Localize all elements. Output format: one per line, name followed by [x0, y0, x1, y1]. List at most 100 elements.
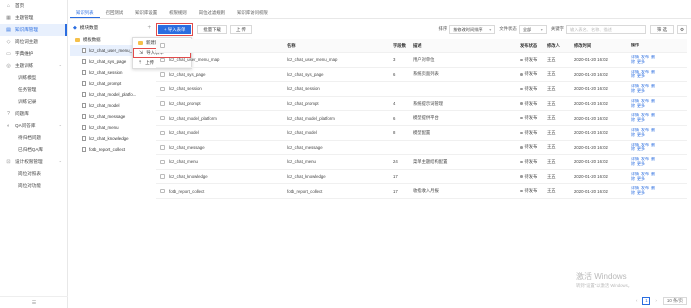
- table-row[interactable]: lcz_chat_model lcz_chat_model 8 模型配置 待发布 王五 20…: [156, 126, 687, 141]
- table-row[interactable]: lcz_chat_user_menu_map lcz_chat_user_menu…: [156, 53, 687, 68]
- sidebar-item[interactable]: ⊡ 设计权限管理 ⌃: [0, 156, 67, 168]
- sidebar-item-label: 岗位词主题: [15, 39, 38, 44]
- sidebar-item[interactable]: 训练记录: [0, 96, 67, 108]
- row-checkbox[interactable]: [156, 145, 166, 150]
- sidebar-item-label: 岗位对功能: [18, 183, 41, 188]
- tab[interactable]: 知识库设置: [129, 8, 163, 18]
- cell-count: 8: [393, 130, 396, 136]
- tree-node[interactable]: lcz_chat_knowledge: [70, 133, 153, 144]
- row-op-link[interactable]: 更多: [637, 103, 645, 108]
- select-all-checkbox[interactable]: [156, 43, 166, 48]
- cell-status: 待发布: [517, 71, 544, 77]
- row-checkbox[interactable]: [156, 86, 166, 92]
- filter-button[interactable]: 筛 选: [650, 24, 674, 34]
- tree-node[interactable]: lcz_chat_model: [70, 100, 153, 111]
- table-row[interactable]: lcz_chat_session lcz_chat_session 待发布 王五 202…: [156, 82, 687, 97]
- tree-root-label: 模块数量: [79, 25, 99, 30]
- sort-select[interactable]: 按修改时间排序 ▾: [449, 24, 496, 34]
- row-checkbox[interactable]: [156, 115, 166, 121]
- sidebar-item[interactable]: 岗位对照表: [0, 168, 67, 180]
- tab[interactable]: 岗位过滤规则: [193, 8, 231, 18]
- status-select[interactable]: 全部 ▾: [518, 24, 547, 34]
- sidebar-item-label: 已归档QA库: [18, 147, 44, 152]
- add-node-button[interactable]: +: [147, 25, 151, 31]
- table-row[interactable]: lcz_chat_prompt lcz_chat_prompt 4 系统提示词管理 待发…: [156, 97, 687, 112]
- sidebar-item[interactable]: 训练模型: [0, 72, 67, 84]
- import-icon: ⇲: [139, 50, 144, 56]
- table-row[interactable]: lcz_chat_menu lcz_chat_menu 24 菜单主题结构配置 待发布 王…: [156, 155, 687, 170]
- watermark-line1: 激活 Windows: [576, 272, 627, 281]
- sidebar-item[interactable]: ▭ 字典维护: [0, 48, 67, 60]
- cell-status: 待发布: [517, 130, 544, 136]
- row-checkbox[interactable]: [156, 57, 166, 63]
- sidebar-item[interactable]: 已归档QA库: [0, 144, 67, 156]
- sidebar-item[interactable]: 任务管理: [0, 84, 67, 96]
- cell-user: 王五: [547, 56, 556, 62]
- row-op-link[interactable]: 更多: [637, 88, 645, 93]
- status-label: 待发布: [524, 100, 538, 106]
- tree-node-label: lcz_chat_prompt: [89, 81, 122, 86]
- cell-ops: 详情 发布 删除 更多: [628, 143, 658, 153]
- row-checkbox[interactable]: [156, 188, 166, 194]
- next-page-button[interactable]: ›: [655, 298, 656, 303]
- row-op-link[interactable]: 更多: [637, 176, 645, 181]
- row-op-link[interactable]: 更多: [637, 146, 645, 151]
- page-number[interactable]: 1: [642, 296, 651, 305]
- row-op-link[interactable]: 更多: [637, 190, 645, 195]
- row-op-link[interactable]: 更多: [637, 132, 645, 137]
- tree-root[interactable]: ◆ 模块数量 +: [70, 22, 153, 34]
- sidebar-collapse-button[interactable]: ☰: [0, 296, 68, 308]
- tree-node[interactable]: lcz_chat_menu: [70, 122, 153, 133]
- tree-node[interactable]: lcz_chat_prompt: [70, 78, 153, 89]
- tree-node[interactable]: lcz_chat_message: [70, 111, 153, 122]
- keyword-input[interactable]: 输入表名、名称、描述: [566, 24, 646, 34]
- sidebar-item[interactable]: ⌂ 首页: [0, 0, 67, 12]
- cell-ops: 详情 发布 删除 更多: [628, 172, 658, 182]
- filter-settings-button[interactable]: ⚙: [677, 24, 687, 34]
- sidebar-item[interactable]: 待归档问题: [0, 132, 67, 144]
- row-op-link[interactable]: 更多: [637, 59, 645, 64]
- filter-icon: ⚙: [680, 26, 684, 32]
- tree-node[interactable]: fotb_report_collect: [70, 144, 153, 155]
- row-checkbox[interactable]: [156, 72, 166, 77]
- row-checkbox[interactable]: [156, 159, 166, 165]
- cell-status: 待发布: [517, 57, 544, 63]
- sidebar-item[interactable]: ▦ 主题管理: [0, 12, 67, 24]
- batch-download-button[interactable]: 批量下载: [197, 24, 227, 34]
- train-icon: ◎: [6, 62, 11, 69]
- row-op-link[interactable]: 更多: [637, 161, 645, 166]
- cell-desc: 收指收入月报: [413, 188, 439, 194]
- sidebar-item[interactable]: ▤ 知识库管理: [0, 24, 67, 36]
- tree-node[interactable]: lcz_chat_model_platfo...: [70, 89, 153, 100]
- table-row[interactable]: lcz_chat_knowledge lcz_chat_knowledge 17 待发…: [156, 170, 687, 185]
- tab[interactable]: 召回测试: [100, 8, 130, 18]
- import-form-button[interactable]: + 导入表单: [158, 24, 192, 34]
- sidebar-item[interactable]: ◇ 岗位词主题: [0, 36, 67, 48]
- sidebar-item[interactable]: 岗位对功能: [0, 180, 67, 192]
- table-row[interactable]: lcz_chat_sys_page lcz_chat_sys_page 6 系统页面列…: [156, 68, 687, 83]
- row-op-link[interactable]: 更多: [637, 73, 645, 78]
- tab[interactable]: 知识列表: [70, 8, 100, 18]
- table-row[interactable]: lcz_chat_message lcz_chat_message 待发布 王五 202…: [156, 141, 687, 156]
- cell-code: lcz_chat_sys_page: [169, 71, 206, 77]
- sidebar-item[interactable]: ◐ QA问答库 ⌃: [0, 120, 67, 132]
- cell-name: lcz_chat_model_platform: [287, 115, 335, 121]
- table-row[interactable]: fotb_report_collect fotb_report_collect 17…: [156, 184, 687, 199]
- status-dot: [520, 131, 523, 135]
- sidebar: ⌂ 首页 ▦ 主题管理 ▤ 知识库管理 ◇ 岗位词主题 ▭ 字典维护 ◎ 主题训练 ⌃ 训练模型 任务管理训…: [0, 0, 68, 308]
- sidebar-item[interactable]: ? 问题库: [0, 108, 67, 120]
- tab[interactable]: 权限规则: [163, 8, 193, 18]
- row-checkbox[interactable]: [156, 101, 166, 106]
- status-dot: [520, 146, 523, 149]
- row-checkbox[interactable]: [156, 174, 166, 179]
- cell-code: lcz_chat_model_platform: [169, 115, 217, 121]
- table-row[interactable]: lcz_chat_model_platform lcz_chat_model_pl…: [156, 111, 687, 126]
- prev-page-button[interactable]: ‹: [636, 298, 637, 303]
- tab[interactable]: 知识库访问权限: [231, 8, 274, 18]
- page-size-select[interactable]: 10 条/页: [662, 296, 687, 305]
- cell-name: lcz_chat_message: [287, 144, 323, 150]
- row-op-link[interactable]: 更多: [637, 117, 645, 122]
- sidebar-item[interactable]: ◎ 主题训练 ⌃: [0, 60, 67, 72]
- upload-button[interactable]: 上 传: [229, 24, 252, 34]
- row-checkbox[interactable]: [156, 130, 166, 136]
